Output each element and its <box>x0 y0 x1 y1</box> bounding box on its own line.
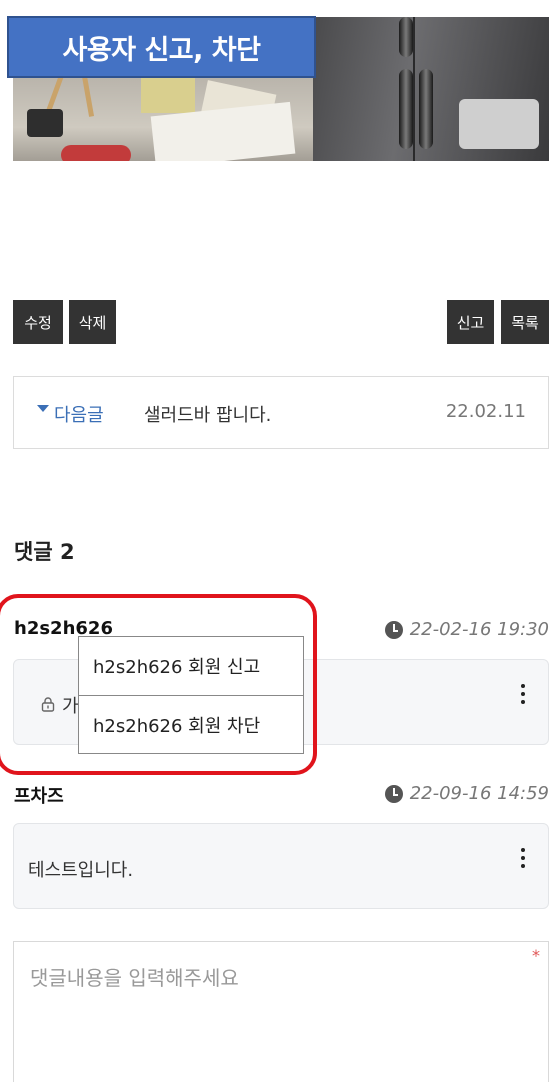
required-mark: * <box>532 946 540 965</box>
comment-date: 22-09-16 14:59 <box>384 783 549 804</box>
comment-date-text: 22-09-16 14:59 <box>409 783 549 804</box>
photo-object <box>27 109 63 137</box>
photo-cabinet-line <box>413 17 415 161</box>
comment-text: 테스트입니다. <box>28 860 134 881</box>
comment-date: 22-02-16 19:30 <box>384 619 549 640</box>
photo-blurred-area <box>459 99 539 149</box>
more-options-icon[interactable] <box>520 848 526 868</box>
photo-handle <box>399 17 413 57</box>
next-post-date: 22.02.11 <box>445 401 526 422</box>
next-post-link[interactable]: 다음글 샐러드바 팝니다. 22.02.11 <box>13 376 549 449</box>
annotation-title: 사용자 신고, 차단 <box>7 16 316 78</box>
caret-down-icon <box>37 405 49 412</box>
comment-input[interactable] <box>14 942 548 1082</box>
comment-body: 테스트입니다. <box>13 823 549 909</box>
photo-object <box>61 145 131 161</box>
comment-date-text: 22-02-16 19:30 <box>409 619 549 640</box>
list-button[interactable]: 목록 <box>501 300 549 344</box>
photo-handle <box>419 69 433 149</box>
next-post-label[interactable]: 다음글 <box>54 401 104 427</box>
clock-icon <box>384 620 403 639</box>
next-post-title[interactable]: 샐러드바 팝니다. <box>144 401 271 427</box>
report-button[interactable]: 신고 <box>447 300 494 344</box>
delete-button[interactable]: 삭제 <box>69 300 116 344</box>
photo-handle <box>399 69 413 149</box>
more-options-icon[interactable] <box>520 684 526 704</box>
photo-object <box>141 77 195 113</box>
edit-button[interactable]: 수정 <box>13 300 63 344</box>
comment-author[interactable]: 프차즈 <box>14 782 64 808</box>
comments-count-heading: 댓글 2 <box>14 540 75 564</box>
highlight-annotation <box>0 594 317 775</box>
clock-icon <box>384 784 403 803</box>
comment-form: * <box>13 941 549 1082</box>
